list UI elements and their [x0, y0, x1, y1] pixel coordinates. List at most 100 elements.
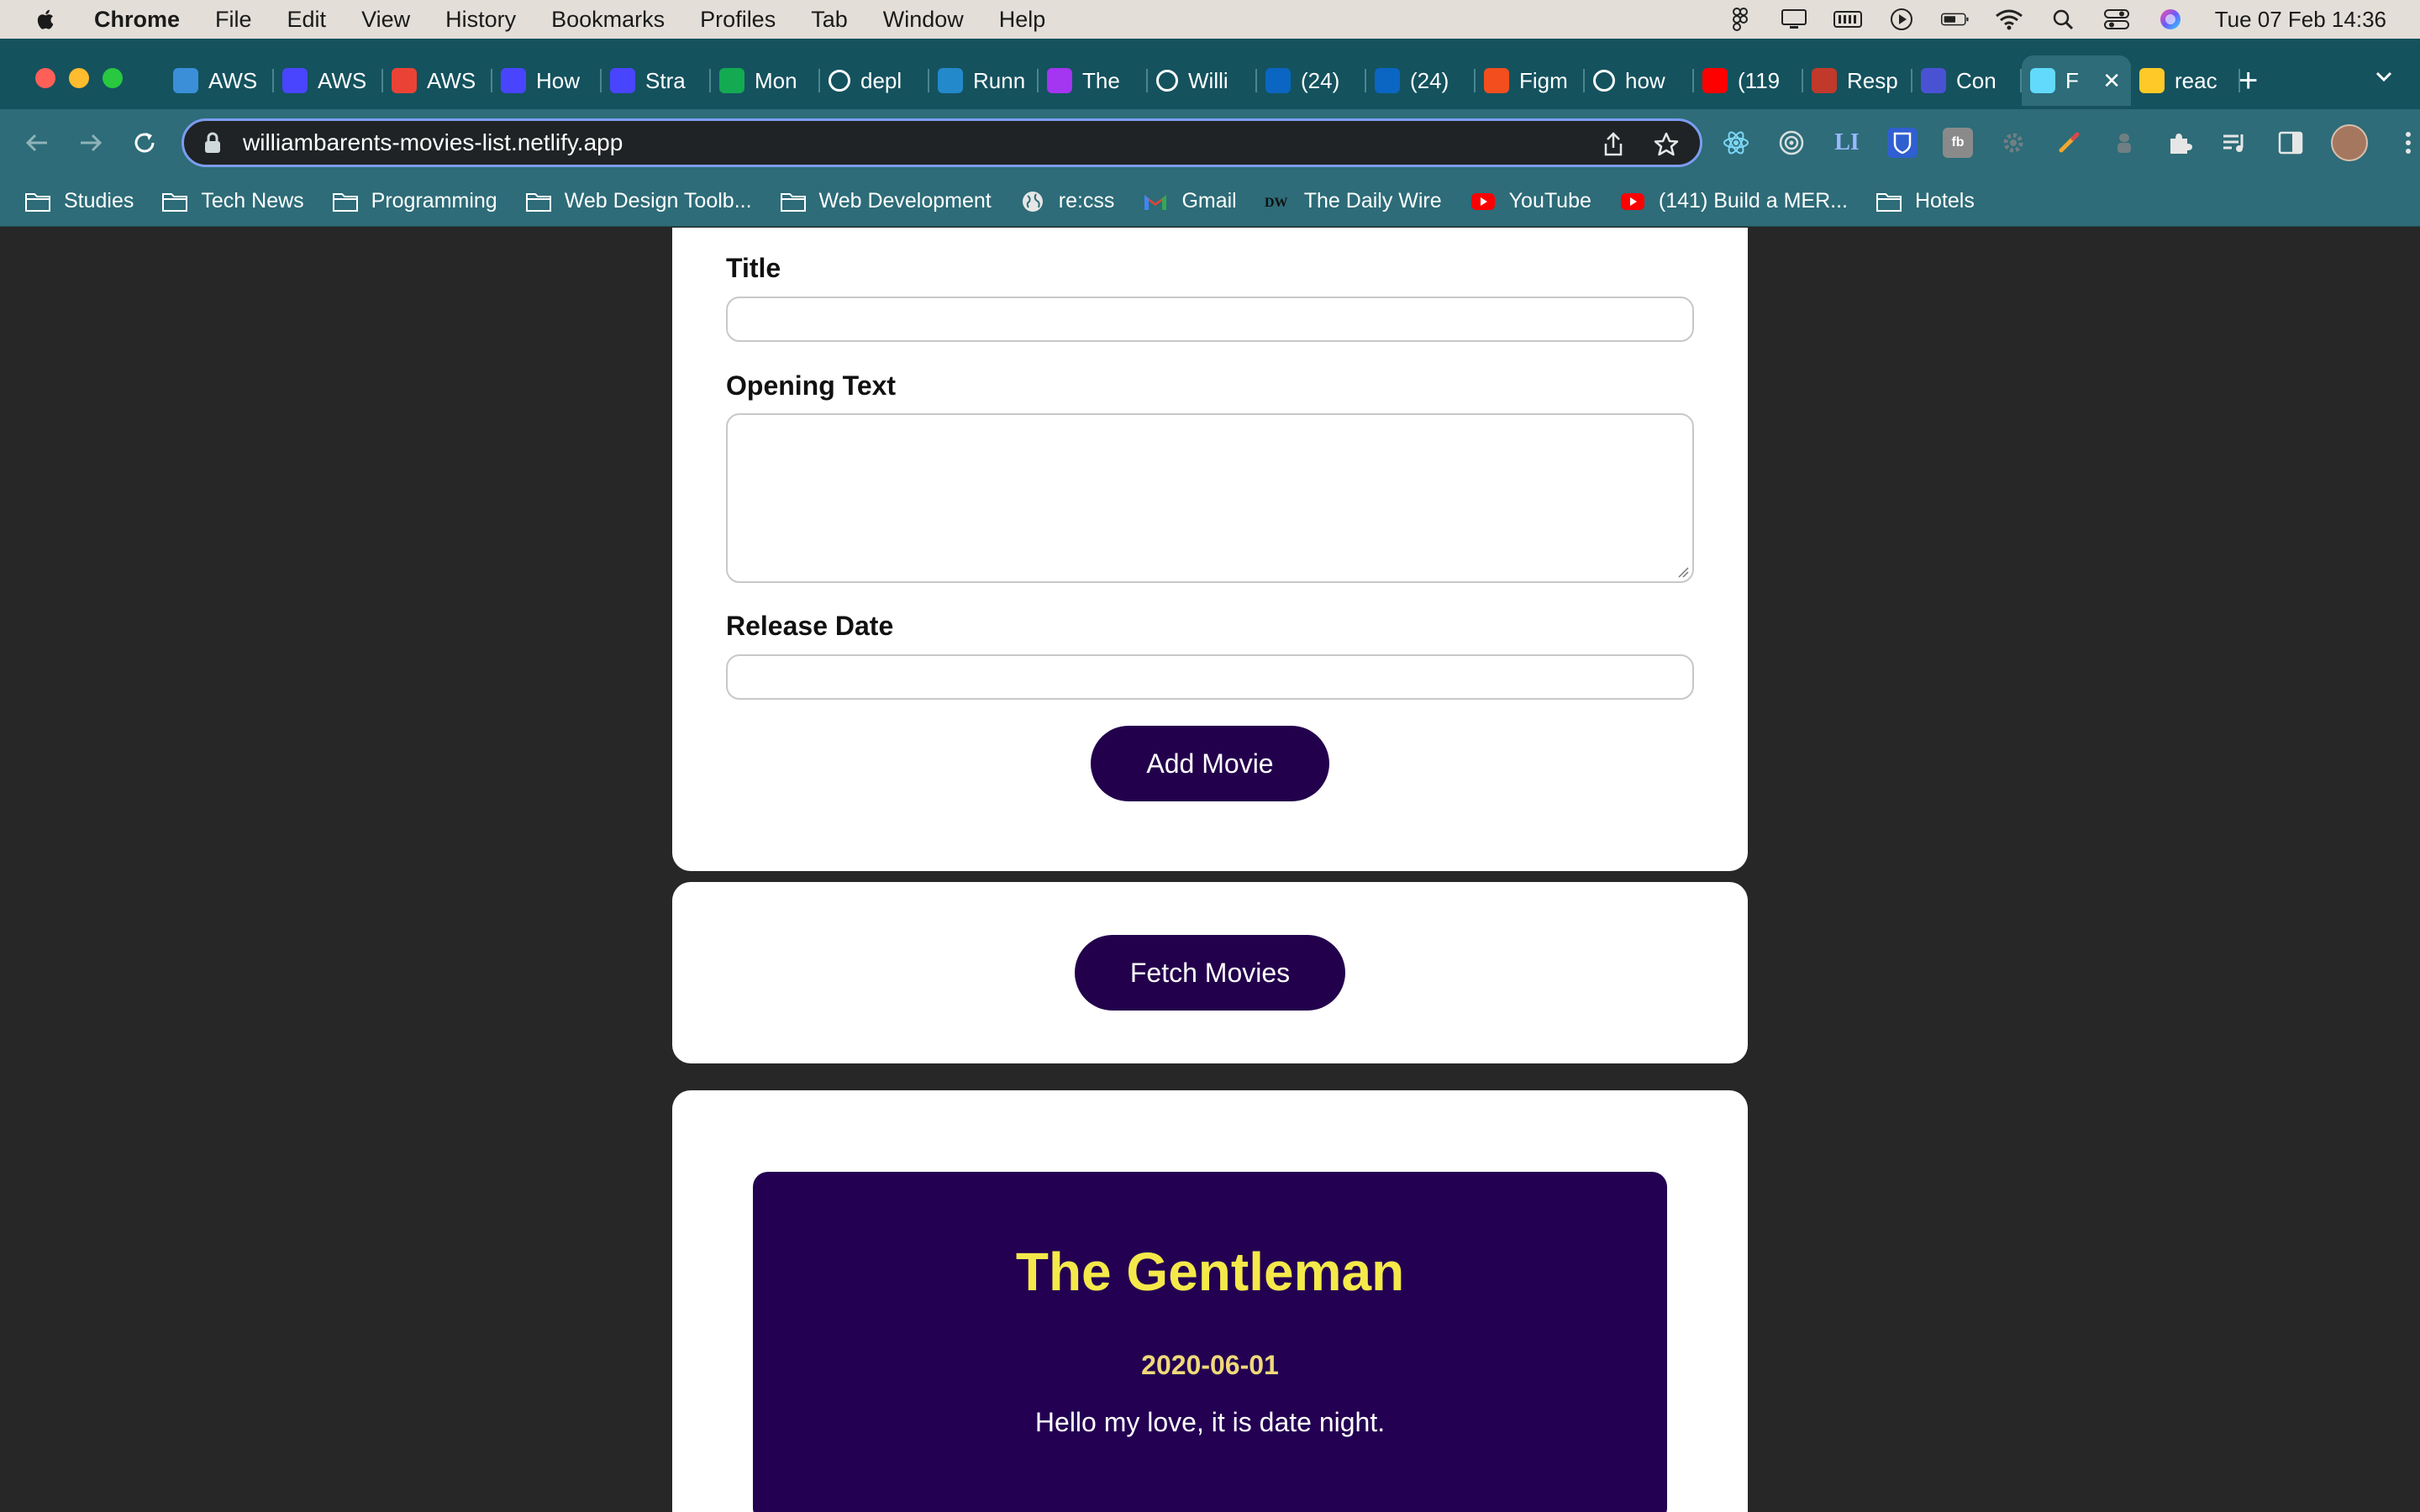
fetch-movies-button[interactable]: Fetch Movies — [1075, 935, 1345, 1011]
settings-extension-icon[interactable] — [1998, 128, 2028, 158]
bookmark-star-icon[interactable] — [1653, 131, 1680, 158]
menu-edit[interactable]: Edit — [287, 7, 327, 33]
reload-button[interactable] — [128, 126, 161, 160]
menu-bar-clock[interactable]: Tue 07 Feb 14:36 — [2215, 7, 2386, 33]
menu-view[interactable]: View — [361, 7, 410, 33]
menu-help[interactable]: Help — [999, 7, 1046, 33]
browser-tab[interactable]: Willi — [1148, 55, 1257, 106]
tab-title: how — [1625, 67, 1665, 93]
youtube-icon — [1702, 68, 1728, 93]
back-button[interactable] — [20, 126, 54, 160]
globe-icon — [1018, 191, 1047, 213]
menu-file[interactable]: File — [215, 7, 252, 33]
bookmark-item[interactable]: Programming — [331, 189, 497, 213]
browser-tab[interactable]: AWS — [383, 55, 492, 106]
new-tab-button[interactable]: + — [2238, 57, 2258, 104]
forward-button[interactable] — [74, 126, 108, 160]
figma-icon — [1484, 68, 1509, 93]
share-icon[interactable] — [1601, 131, 1626, 158]
linkedin-icon — [1375, 68, 1400, 93]
li-extension-icon[interactable]: LI — [1832, 128, 1862, 158]
lock-icon[interactable] — [203, 131, 223, 155]
memory-icon[interactable] — [1833, 8, 1862, 30]
side-panel-icon[interactable] — [2275, 128, 2306, 158]
target-extension-icon[interactable] — [1776, 128, 1807, 158]
react-devtools-extension-icon[interactable] — [1721, 128, 1751, 158]
bookmark-item[interactable]: Studies — [24, 189, 134, 213]
browser-tab[interactable]: Stra — [602, 55, 711, 106]
display-icon[interactable] — [1780, 8, 1808, 30]
resize-handle-icon[interactable] — [1677, 566, 1689, 578]
color-picker-extension-icon[interactable] — [2054, 128, 2084, 158]
bookmark-item[interactable]: re:css — [1018, 189, 1114, 213]
browser-tab[interactable]: AWS — [274, 55, 383, 106]
battery-icon[interactable] — [1940, 8, 1970, 30]
strapi-icon — [501, 68, 526, 93]
url-text[interactable]: williambarents-movies-list.netlify.app — [243, 129, 623, 156]
extensions-puzzle-icon[interactable] — [2165, 128, 2195, 158]
release-date-input[interactable] — [726, 654, 1694, 700]
browser-tab[interactable]: F ✕ — [2022, 55, 2131, 106]
menu-chrome[interactable]: Chrome — [94, 7, 180, 33]
address-bar[interactable]: williambarents-movies-list.netlify.app — [182, 118, 1702, 167]
browser-tab[interactable]: (24) — [1257, 55, 1366, 106]
bookmark-item[interactable]: DW The Daily Wire — [1264, 189, 1442, 213]
bookmark-item[interactable]: YouTube — [1469, 189, 1591, 213]
youtube-icon — [1469, 191, 1497, 213]
browser-tab[interactable]: Con — [1912, 55, 2022, 106]
window-close-button[interactable] — [35, 68, 55, 88]
browser-tab[interactable]: Figm — [1476, 55, 1585, 106]
spotlight-search-icon[interactable] — [2049, 8, 2077, 30]
movie-title: The Gentleman — [1015, 1242, 1405, 1302]
media-controls-icon[interactable] — [2220, 128, 2250, 158]
udemy-icon — [1047, 68, 1072, 93]
browser-tab[interactable]: Resp — [1803, 55, 1912, 106]
window-zoom-button[interactable] — [103, 68, 123, 88]
bookmark-item[interactable]: Tech News — [160, 189, 304, 213]
strapi-icon — [610, 68, 635, 93]
profile-avatar[interactable] — [2331, 124, 2368, 161]
title-input[interactable] — [726, 297, 1694, 342]
menu-window[interactable]: Window — [883, 7, 964, 33]
figma-tray-icon[interactable] — [1726, 8, 1754, 31]
add-movie-button[interactable]: Add Movie — [1091, 726, 1329, 801]
browser-tab[interactable]: depl — [820, 55, 929, 106]
bookmark-item[interactable]: Gmail — [1141, 189, 1237, 213]
dailywire-icon: DW — [1264, 191, 1292, 213]
tab-search-chevron-icon[interactable] — [2371, 64, 2396, 89]
browser-tab[interactable]: how — [1585, 55, 1694, 106]
browser-tab[interactable]: (119 — [1694, 55, 1803, 106]
bookmark-item[interactable]: (141) Build a MER... — [1618, 189, 1848, 213]
siri-icon[interactable] — [2156, 8, 2185, 30]
movie-opening-text: Hello my love, it is date night. — [1034, 1407, 1386, 1437]
bookmark-item[interactable]: Hotels — [1875, 189, 1975, 213]
play-icon[interactable] — [1887, 8, 1916, 30]
chrome-menu-icon[interactable] — [2393, 128, 2420, 158]
robot-extension-icon[interactable] — [2109, 128, 2139, 158]
tab-title: AWS — [208, 67, 258, 93]
browser-tab[interactable]: reac — [2131, 55, 2240, 106]
menu-bookmarks[interactable]: Bookmarks — [551, 7, 665, 33]
close-tab-icon[interactable]: ✕ — [2102, 69, 2121, 92]
fb-extension-icon[interactable]: fb — [1943, 128, 1973, 158]
menu-history[interactable]: History — [445, 7, 516, 33]
browser-tab[interactable]: (24) — [1366, 55, 1476, 106]
opening-text-textarea[interactable] — [726, 413, 1694, 583]
window-minimize-button[interactable] — [69, 68, 89, 88]
browser-tab[interactable]: Runn — [929, 55, 1039, 106]
apple-logo-icon[interactable] — [34, 7, 59, 32]
wifi-icon[interactable] — [1995, 8, 2023, 30]
browser-tab[interactable]: The — [1039, 55, 1148, 106]
browser-tab[interactable]: How — [492, 55, 602, 106]
vscode-icon — [938, 68, 963, 93]
bookmark-item[interactable]: Web Design Toolb... — [524, 189, 752, 213]
menu-profiles[interactable]: Profiles — [700, 7, 776, 33]
control-center-icon[interactable] — [2102, 8, 2131, 30]
bookmark-item[interactable]: Web Development — [779, 189, 992, 213]
tab-title: Willi — [1188, 67, 1228, 93]
menu-tab[interactable]: Tab — [811, 7, 848, 33]
linkedin-icon — [1265, 68, 1291, 93]
bitwarden-extension-icon[interactable] — [1887, 128, 1918, 158]
browser-tab[interactable]: Mon — [711, 55, 820, 106]
browser-tab[interactable]: AWS — [165, 55, 274, 106]
